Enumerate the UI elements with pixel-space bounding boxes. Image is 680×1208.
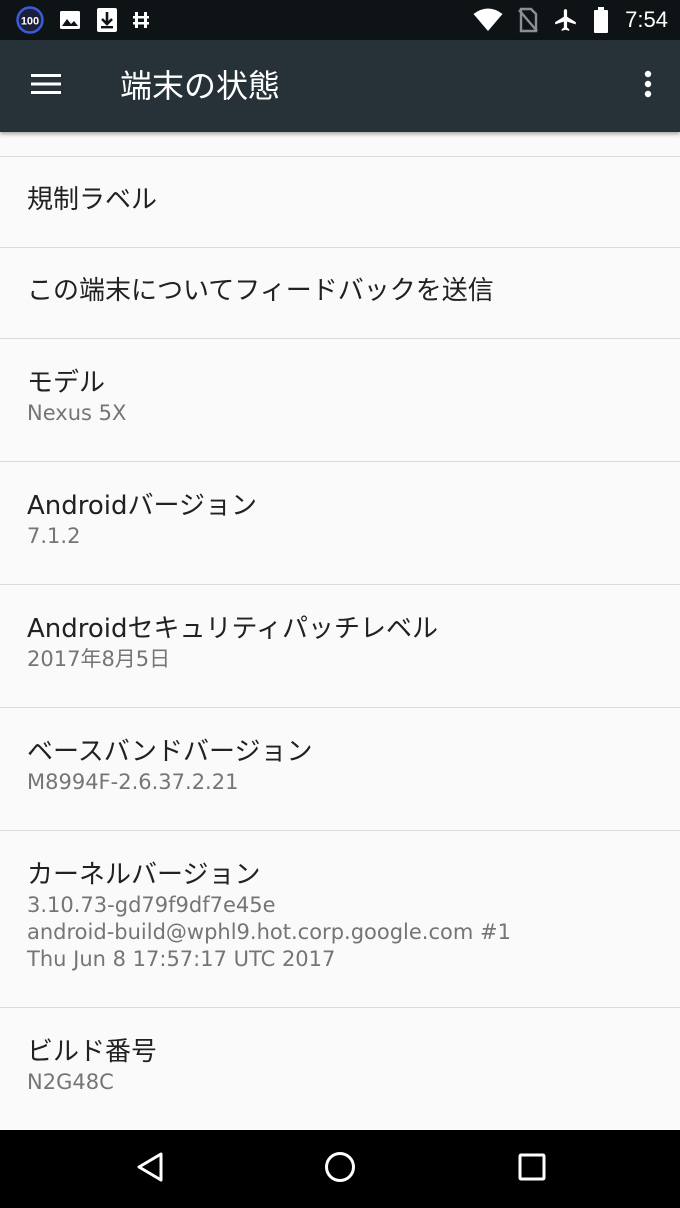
settings-list[interactable]: 規制ラベル この端末についてフィードバックを送信 モデル Nexus 5X An… <box>0 132 680 1130</box>
item-summary: Nexus 5X <box>27 401 127 425</box>
no-sim-icon <box>517 7 539 33</box>
status-time: 7:54 <box>625 7 668 32</box>
list-item-model[interactable]: モデル Nexus 5X <box>0 339 680 462</box>
list-item-regulatory-labels[interactable]: 規制ラベル <box>0 157 680 248</box>
page-title: 端末の状態 <box>120 67 281 105</box>
item-title: Androidバージョン <box>27 491 258 521</box>
item-summary: 7.1.2 <box>27 524 81 548</box>
status-bar: 100 7:54 <box>0 0 680 40</box>
item-title: ベースバンドバージョン <box>27 737 313 767</box>
overflow-menu-button[interactable] <box>628 62 668 110</box>
item-summary: M8994F-2.6.37.2.21 <box>27 770 239 794</box>
item-summary: N2G48C <box>27 1070 114 1094</box>
airplane-icon <box>553 7 579 33</box>
status-bar-notifications: 100 <box>16 6 150 34</box>
battery-icon <box>593 7 609 33</box>
app-bar: 端末の状態 <box>0 40 680 132</box>
usb-debug-icon <box>132 9 150 31</box>
list-item-build-number[interactable]: ビルド番号 N2G48C <box>0 1008 680 1130</box>
back-icon <box>135 1151 165 1187</box>
item-title: カーネルバージョン <box>27 860 261 890</box>
clipped-list-item <box>0 132 680 157</box>
item-title: 規制ラベル <box>27 185 158 215</box>
item-title: この端末についてフィードバックを送信 <box>27 276 494 306</box>
item-summary-line: Thu Jun 8 17:57:17 UTC 2017 <box>27 947 336 971</box>
battery-badge-text: 100 <box>21 16 39 28</box>
hamburger-menu-icon <box>30 72 62 100</box>
list-item-send-feedback[interactable]: この端末についてフィードバックを送信 <box>0 248 680 339</box>
item-title: Androidセキュリティパッチレベル <box>27 614 438 644</box>
list-item-baseband-version[interactable]: ベースバンドバージョン M8994F-2.6.37.2.21 <box>0 708 680 831</box>
battery-100-badge-icon: 100 <box>16 6 44 34</box>
image-icon <box>58 8 82 32</box>
more-vert-icon <box>644 70 652 102</box>
list-item-android-version[interactable]: Androidバージョン 7.1.2 <box>0 462 680 585</box>
status-bar-system: 7:54 <box>473 6 668 34</box>
item-summary: 2017年8月5日 <box>27 647 171 671</box>
navigation-bar <box>0 1130 680 1208</box>
home-button[interactable] <box>312 1141 368 1197</box>
list-item-security-patch-level[interactable]: Androidセキュリティパッチレベル 2017年8月5日 <box>0 585 680 708</box>
list-item-kernel-version[interactable]: カーネルバージョン 3.10.73-gd79f9df7e45e android-… <box>0 831 680 1008</box>
item-summary-line: android-build@wphl9.hot.corp.google.com … <box>27 920 511 944</box>
item-title: モデル <box>27 368 106 398</box>
item-title: ビルド番号 <box>27 1037 158 1067</box>
recents-button[interactable] <box>504 1141 560 1197</box>
menu-button[interactable] <box>22 62 70 110</box>
download-icon <box>96 7 118 33</box>
recents-icon <box>518 1153 546 1185</box>
wifi-icon <box>473 8 503 32</box>
item-summary-line: 3.10.73-gd79f9df7e45e <box>27 893 276 917</box>
back-button[interactable] <box>122 1141 178 1197</box>
home-icon <box>324 1151 356 1187</box>
